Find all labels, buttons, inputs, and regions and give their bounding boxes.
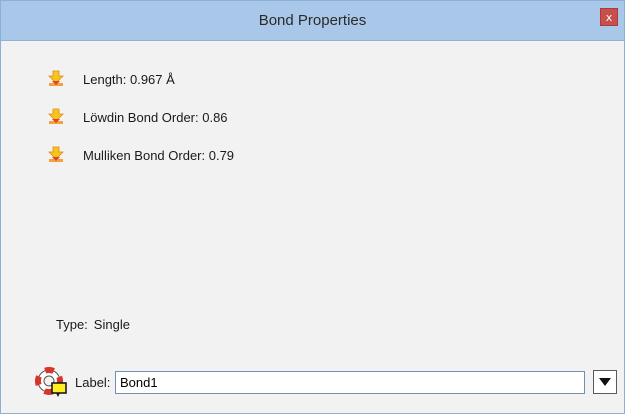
label-caption: Label: [75, 375, 111, 390]
lifebuoy-label-icon[interactable] [35, 367, 69, 399]
triangle-down-icon [599, 378, 611, 386]
arrow-down-icon[interactable] [47, 70, 65, 88]
property-length: Length: 0.967 Å [47, 69, 175, 89]
length-label: Length: 0.967 Å [83, 71, 175, 87]
arrow-down-icon[interactable] [47, 146, 65, 164]
title-bar[interactable]: Bond Properties x [1, 1, 624, 41]
label-input[interactable] [115, 371, 585, 394]
property-mulliken-bond-order: Mulliken Bond Order: 0.79 [47, 145, 234, 165]
lowdin-bond-order-label: Löwdin Bond Order: 0.86 [83, 109, 228, 125]
property-lowdin-bond-order: Löwdin Bond Order: 0.86 [47, 107, 228, 127]
mulliken-bond-order-label: Mulliken Bond Order: 0.79 [83, 147, 235, 163]
label-dropdown-button[interactable] [593, 370, 617, 394]
type-value: Single [93, 316, 130, 332]
window-title: Bond Properties [258, 12, 367, 29]
bond-type: Type: Single [56, 315, 130, 333]
close-button[interactable]: x [600, 8, 618, 26]
type-caption: Type: [56, 316, 88, 332]
bond-properties-window: Bond Properties x Length: 0.967 Å Löwdin… [0, 0, 625, 414]
arrow-down-icon[interactable] [47, 108, 65, 126]
